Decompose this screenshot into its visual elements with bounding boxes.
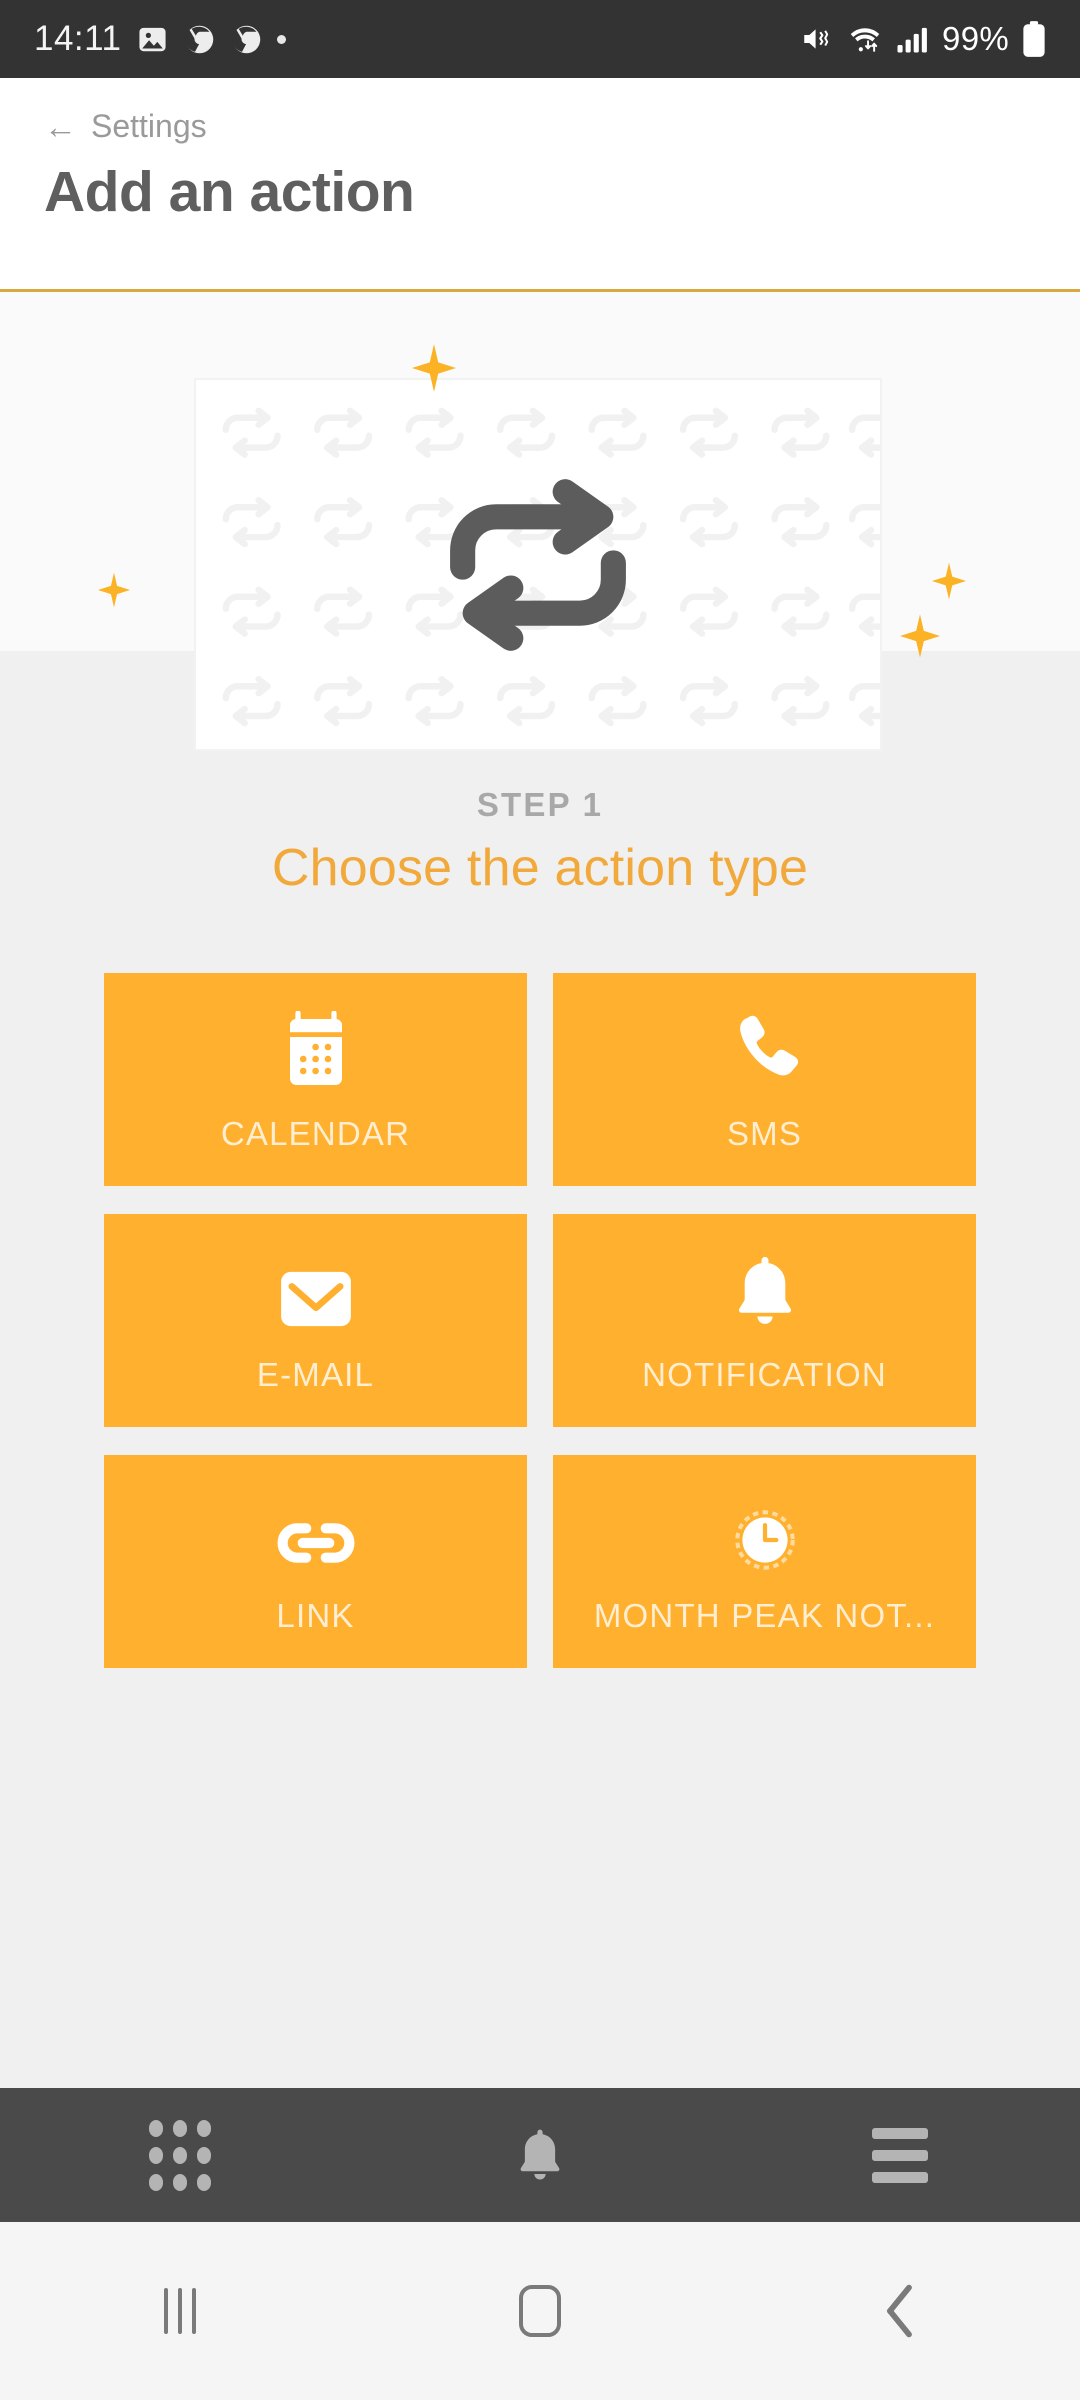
action-tile-sms[interactable]: SMS: [553, 973, 976, 1186]
envelope-icon: [277, 1248, 355, 1330]
step-title: Choose the action type: [271, 839, 809, 897]
nav-back-button[interactable]: [720, 2284, 1080, 2338]
status-bar-left: 14:11: [34, 19, 286, 59]
appbar-item-apps-grid[interactable]: [0, 2088, 360, 2222]
action-tile-month-peak-notification[interactable]: MONTH PEAK NOT...: [553, 1455, 976, 1668]
sparkle-icon: [900, 614, 940, 658]
hero-illustration: [0, 292, 1080, 792]
status-bar: 14:11 99%: [0, 0, 1080, 78]
phone-screen: 14:11 99% ← Settings Add an action STEP …: [0, 0, 1080, 2400]
action-tile-label: CALENDAR: [220, 1114, 411, 1152]
page-title: Add an action: [44, 160, 415, 224]
action-tile-label: SMS: [726, 1114, 803, 1152]
hero-card: [194, 378, 882, 751]
action-tile-label: E-MAIL: [256, 1355, 375, 1393]
home-square-icon[interactable]: [519, 2285, 561, 2337]
grid-dots-icon[interactable]: [149, 2119, 211, 2191]
phone-handset-icon: [726, 1007, 804, 1089]
app-header: ← Settings Add an action: [0, 78, 1080, 292]
clock-icon: [734, 1489, 796, 1571]
battery-icon: [1022, 20, 1046, 58]
wifi-icon: [847, 22, 883, 56]
action-tile-link[interactable]: LINK: [104, 1455, 527, 1668]
action-tile-label: NOTIFICATION: [642, 1355, 887, 1393]
breadcrumb[interactable]: ← Settings: [44, 108, 1036, 145]
arrow-left-icon[interactable]: ←: [44, 110, 77, 143]
dot-indicator-icon: [276, 34, 286, 44]
breadcrumb-label[interactable]: Settings: [91, 108, 207, 145]
calendar-icon: [280, 1007, 352, 1089]
action-tile-label: MONTH PEAK NOT...: [593, 1596, 936, 1634]
android-nav-bar: [0, 2222, 1080, 2400]
action-tile-notification[interactable]: NOTIFICATION: [553, 1214, 976, 1427]
image-icon: [136, 23, 169, 56]
bell-icon: [730, 1248, 800, 1330]
action-tile-email[interactable]: E-MAIL: [104, 1214, 527, 1427]
action-tile-calendar[interactable]: CALENDAR: [104, 973, 527, 1186]
chrome-icon: [230, 23, 263, 56]
nav-recents-button[interactable]: [0, 2288, 360, 2334]
chevron-left-icon[interactable]: [883, 2284, 917, 2338]
sparkle-icon: [98, 572, 130, 608]
chrome-icon: [183, 23, 216, 56]
recents-icon[interactable]: [164, 2288, 196, 2334]
sparkle-icon: [932, 562, 966, 600]
repeat-loop-icon: [450, 478, 626, 651]
bottom-app-bar: [0, 2088, 1080, 2222]
status-time: 14:11: [34, 19, 122, 58]
appbar-item-notifications[interactable]: [360, 2088, 720, 2222]
signal-bars-icon: [896, 24, 929, 54]
action-type-grid: CALENDAR SMS E-MAIL NOTIFICATION LINK MO…: [104, 973, 976, 1668]
sparkle-icon: [412, 344, 456, 392]
mute-vibrate-icon: [800, 22, 834, 56]
appbar-item-menu[interactable]: [720, 2088, 1080, 2222]
chain-link-icon: [275, 1489, 357, 1571]
bell-icon[interactable]: [514, 2125, 566, 2185]
hamburger-icon[interactable]: [872, 2127, 928, 2183]
nav-home-button[interactable]: [360, 2285, 720, 2337]
battery-percent: 99%: [942, 20, 1009, 57]
status-bar-right: 99%: [800, 20, 1046, 58]
action-tile-label: LINK: [276, 1596, 355, 1634]
step-label: STEP 1: [476, 786, 604, 823]
